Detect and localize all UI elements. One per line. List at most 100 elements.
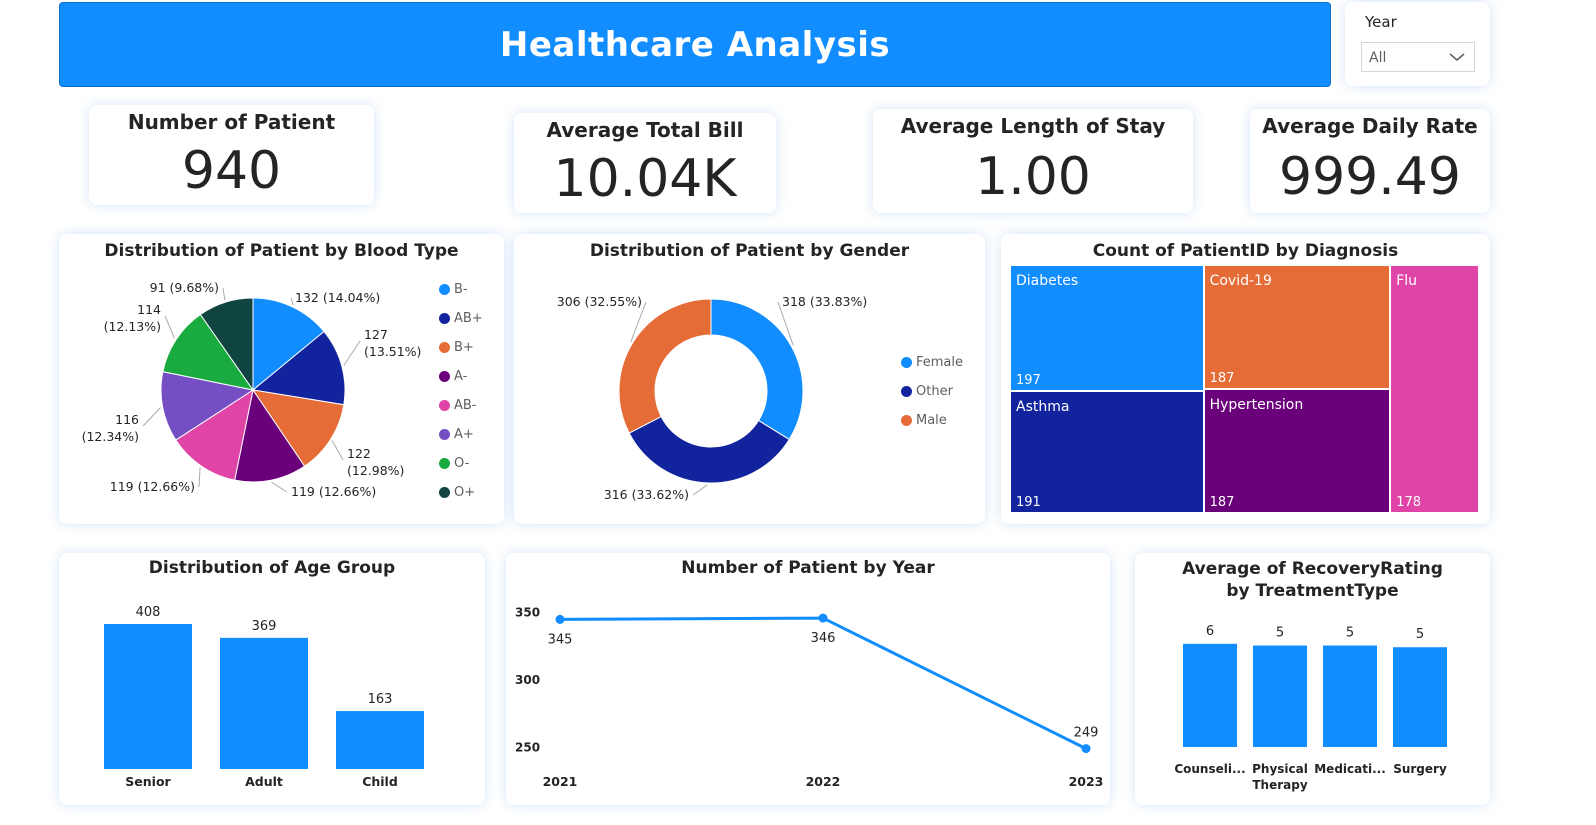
data-point-2021	[555, 614, 565, 624]
donut-slice-male	[618, 298, 712, 434]
year-line: 250 300 350 345 2021 346 2022 249 2023	[515, 606, 1104, 789]
legend-item-male[interactable]: Male	[901, 413, 947, 428]
diagnosis-chart: Count of PatientID by Diagnosis Diabetes…	[1001, 234, 1490, 524]
bar-child	[336, 711, 424, 769]
data-label: 119 (12.66%)	[291, 484, 376, 499]
legend-item-o-[interactable]: O+	[439, 485, 475, 500]
legend-label: B-	[454, 282, 468, 297]
data-label: 316 (33.62%)	[604, 487, 689, 502]
treemap-tile-hypertension[interactable]: Hypertension 187	[1204, 390, 1390, 512]
data-label: 306 (32.55%)	[557, 294, 642, 309]
chevron-down-icon	[1449, 53, 1465, 61]
legend-label: AB-	[454, 398, 477, 413]
recovery-bars: 6 Counseli... 5 Physical Therapy 5 Medicati...…	[1174, 624, 1447, 792]
kpi-label: Average Length of Stay	[900, 114, 1166, 138]
treemap-tile-asthma[interactable]: Asthma 191	[1011, 391, 1203, 512]
data-label: 163	[368, 692, 393, 707]
x-tick-label: 2023	[1069, 774, 1104, 789]
data-label: 5	[1416, 627, 1424, 642]
legend-label: Other	[916, 384, 953, 399]
data-label: 114 (12.13%)	[104, 302, 161, 334]
bar-4	[1393, 647, 1447, 747]
data-label: 132 (14.04%)	[295, 290, 380, 305]
data-label: 119 (12.66%)	[110, 479, 195, 494]
data-label: 6	[1206, 624, 1214, 639]
legend-label: Male	[916, 413, 947, 428]
data-label: 122 (12.98%)	[347, 446, 404, 478]
tick-label: Senior	[125, 774, 171, 789]
data-label: 91 (9.68%)	[150, 280, 219, 295]
legend-item-ab-[interactable]: AB+	[439, 311, 483, 326]
legend-dot	[439, 429, 450, 440]
legend-item-b-[interactable]: B-	[439, 282, 468, 297]
recovery-chart: Average of RecoveryRating by TreatmentTy…	[1135, 553, 1490, 805]
legend-dot	[439, 400, 450, 411]
legend-item-b-[interactable]: B+	[439, 340, 474, 355]
kpi-value: 999.49	[1279, 147, 1461, 207]
kpi-value: 1.00	[975, 147, 1091, 207]
kpi-card-total-bill: Average Total Bill 10.04K	[514, 113, 776, 213]
legend-label: Female	[916, 355, 964, 370]
leader-line	[164, 315, 175, 339]
data-label: 5	[1346, 626, 1354, 641]
tick-label: Physical Therapy	[1252, 762, 1308, 792]
legend-dot	[901, 415, 912, 426]
tick-label: Child	[362, 774, 398, 789]
legend-item-female[interactable]: Female	[901, 355, 963, 370]
kpi-value: 10.04K	[553, 149, 737, 209]
leader-line	[692, 484, 708, 496]
page-title: Healthcare Analysis	[499, 24, 891, 65]
data-label: 5	[1276, 626, 1284, 641]
year-slicer: Year All	[1345, 2, 1490, 86]
tile-label: Hypertension	[1209, 397, 1304, 413]
legend-item-other[interactable]: Other	[901, 384, 953, 399]
tile-value: 178	[1396, 495, 1422, 510]
blood-type-chart: Distribution of Patient by Blood Type 13…	[59, 234, 504, 524]
bar-3	[1323, 645, 1377, 747]
legend-dot	[439, 371, 450, 382]
kpi-card-daily-rate: Average Daily Rate 999.49	[1250, 109, 1490, 213]
legend-item-a-[interactable]: A-	[439, 369, 467, 384]
legend-dot	[901, 386, 912, 397]
leader-line	[222, 287, 226, 301]
x-tick-label: 2021	[543, 774, 578, 789]
year-dropdown-value: All	[1369, 50, 1387, 66]
tile-value: 187	[1209, 495, 1235, 510]
bar-adult	[220, 637, 308, 769]
donut-slice-other	[628, 415, 790, 484]
kpi-label: Number of Patient	[127, 110, 336, 134]
diagnosis-treemap: Diabetes 197 Asthma 191 Covid-19 187 Hypertens…	[1011, 266, 1480, 514]
age-group-chart: Distribution of Age Group 408 Senior 369 Ad…	[59, 553, 485, 805]
donut-slice-female	[710, 298, 804, 441]
data-point-2023	[1081, 744, 1091, 754]
tick-label: Surgery	[1393, 762, 1447, 776]
tile-label: Flu	[1396, 273, 1418, 289]
data-point-2022	[818, 613, 828, 623]
data-label: 346	[811, 631, 836, 646]
tile-value: 191	[1016, 494, 1041, 510]
treemap-tile-flu[interactable]: Flu 178	[1391, 266, 1478, 512]
legend-label: O+	[454, 485, 476, 500]
chart-title: Count of PatientID by Diagnosis	[1092, 241, 1399, 261]
treemap-tile-diabetes[interactable]: Diabetes 197	[1011, 266, 1203, 390]
legend-item-o-[interactable]: O-	[439, 456, 469, 471]
leader-line	[290, 297, 294, 306]
legend-dot	[439, 458, 450, 469]
bar-senior	[104, 624, 192, 769]
legend-label: A-	[454, 369, 468, 384]
y-tick-label: 350	[515, 606, 540, 620]
legend-item-ab-[interactable]: AB-	[439, 398, 477, 413]
treemap-tile-covid-19[interactable]: Covid-19 187	[1204, 266, 1390, 388]
legend-item-a-[interactable]: A+	[439, 427, 474, 442]
legend-dot	[439, 342, 450, 353]
slicer-label: Year	[1365, 13, 1397, 31]
data-label: 369	[252, 619, 277, 634]
kpi-card-length-of-stay: Average Length of Stay 1.00	[873, 109, 1193, 213]
tick-label: Adult	[245, 774, 283, 789]
data-label: 408	[136, 605, 161, 620]
year-dropdown[interactable]: All	[1361, 42, 1475, 72]
data-label: 127 (13.51%)	[364, 327, 421, 359]
bar-1	[1183, 643, 1237, 747]
kpi-card-patients: Number of Patient 940	[89, 105, 374, 205]
legend-label: B+	[454, 340, 474, 355]
